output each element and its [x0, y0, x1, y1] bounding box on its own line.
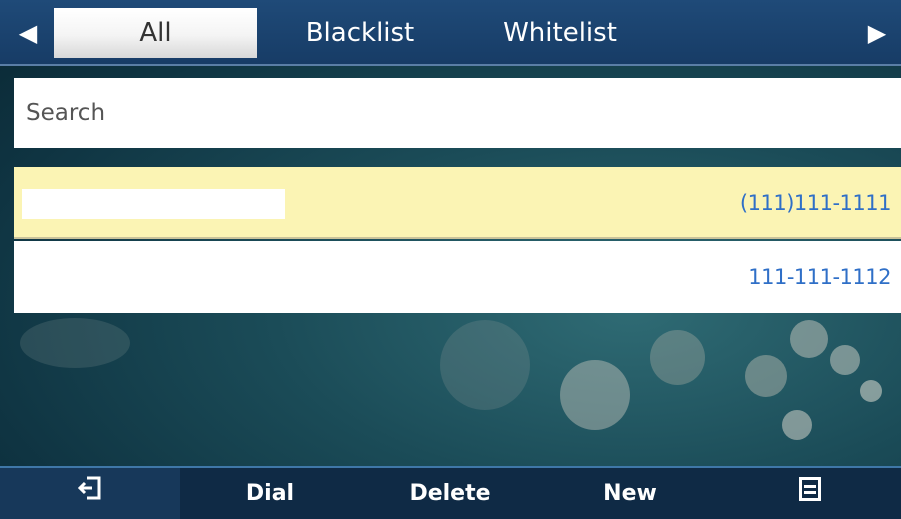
tab-all[interactable]: All [54, 8, 257, 58]
search-box [14, 78, 901, 148]
contact-row[interactable]: (111)111-1111 [14, 167, 901, 239]
background-bokeh [790, 320, 828, 358]
background-bokeh [860, 380, 882, 402]
new-softkey[interactable]: New [540, 468, 720, 519]
background-bokeh [650, 330, 705, 385]
delete-softkey[interactable]: Delete [360, 468, 540, 519]
background-bokeh [20, 318, 130, 368]
tab-blacklist[interactable]: Blacklist [260, 8, 460, 58]
tab-scroll-left-arrow-icon[interactable]: ◀ [8, 0, 48, 66]
background-bokeh [830, 345, 860, 375]
dial-softkey[interactable]: Dial [180, 468, 360, 519]
background-bokeh [560, 360, 630, 430]
tab-scroll-right-arrow-icon[interactable]: ▶ [857, 0, 897, 66]
background-bokeh [745, 355, 787, 397]
contact-name-redacted [22, 189, 285, 219]
tab-whitelist[interactable]: Whitelist [460, 8, 660, 58]
menu-softkey[interactable] [720, 468, 900, 519]
contact-row[interactable]: 111-111-1112 [14, 241, 901, 313]
screen: ◀ All Blacklist Whitelist ▶ (111)111-111… [0, 0, 901, 519]
menu-icon [799, 469, 821, 519]
softkey-bar: Dial Delete New [0, 466, 901, 519]
exit-icon [77, 469, 102, 519]
background-bokeh [782, 410, 812, 440]
contact-number: (111)111-1111 [739, 191, 892, 215]
tab-bar: ◀ All Blacklist Whitelist ▶ [0, 0, 901, 66]
contact-number: 111-111-1112 [748, 265, 891, 289]
search-input[interactable] [14, 78, 901, 148]
back-softkey[interactable] [0, 468, 180, 519]
background-bokeh [440, 320, 530, 410]
